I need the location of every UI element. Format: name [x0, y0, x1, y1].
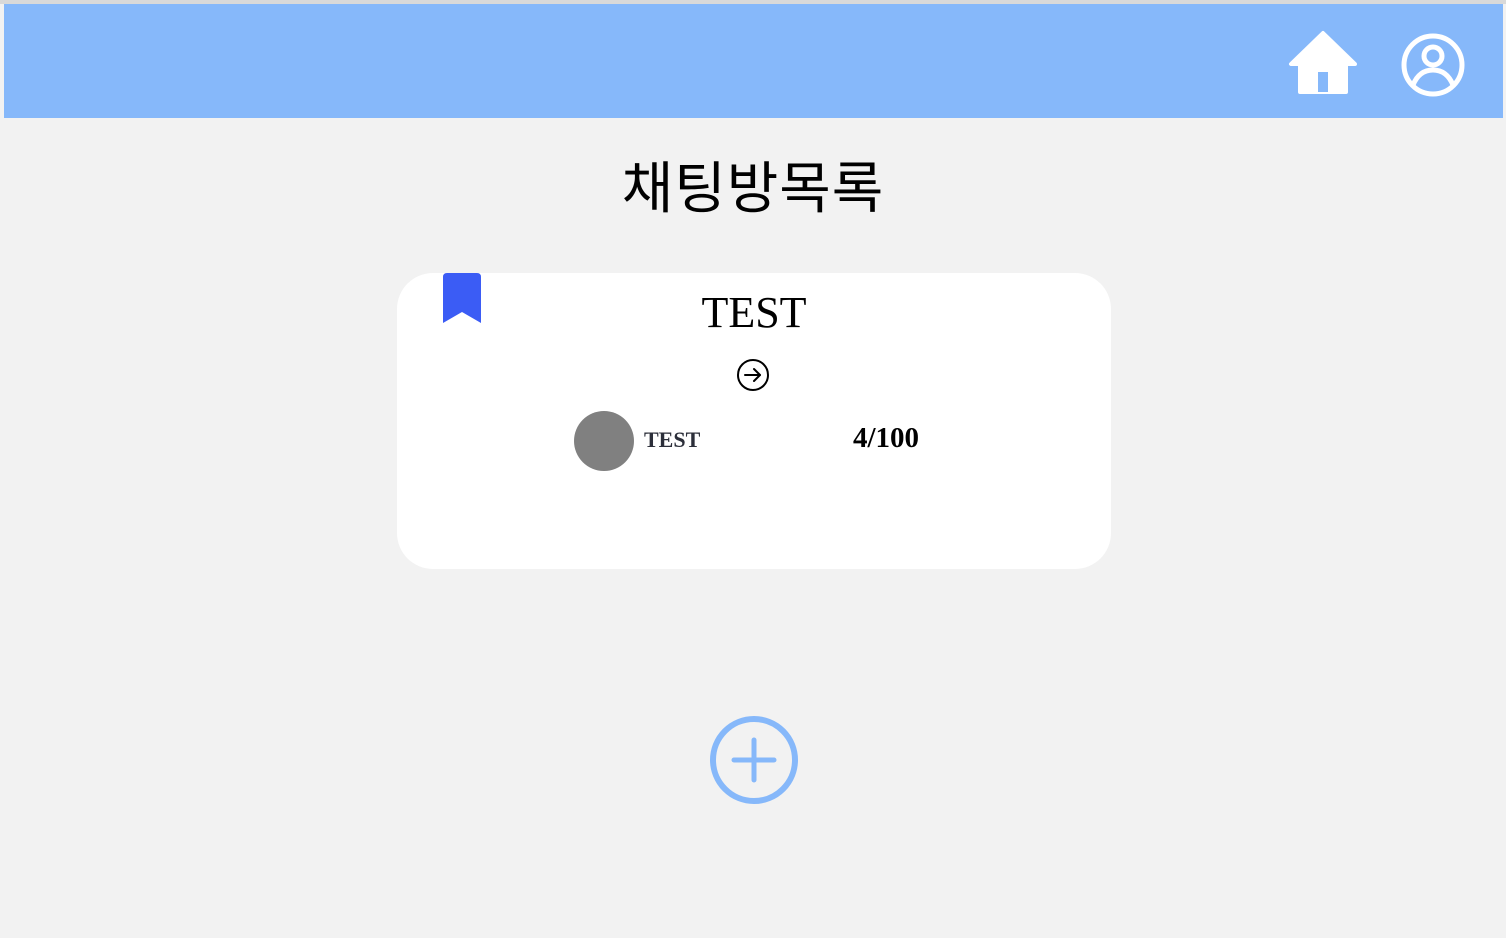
arrow-right-circle-icon [737, 359, 769, 391]
chat-room-card[interactable]: TEST TEST 4/100 [397, 273, 1111, 569]
avatar [574, 411, 634, 471]
room-title: TEST [701, 288, 807, 337]
enter-room-button[interactable] [736, 358, 770, 392]
add-room-button[interactable] [709, 715, 799, 805]
user-circle-icon [1401, 33, 1465, 97]
owner-name: TEST [644, 427, 701, 452]
page: 채팅방목록 TEST TEST 4/100 [0, 0, 1506, 938]
page-title: 채팅방목록 [621, 157, 885, 222]
header-bar [4, 4, 1503, 118]
member-count: 4/100 [853, 422, 920, 454]
home-button[interactable] [1288, 30, 1358, 94]
home-icon [1289, 31, 1357, 94]
plus-circle-icon [710, 716, 798, 804]
profile-button[interactable] [1399, 31, 1467, 99]
